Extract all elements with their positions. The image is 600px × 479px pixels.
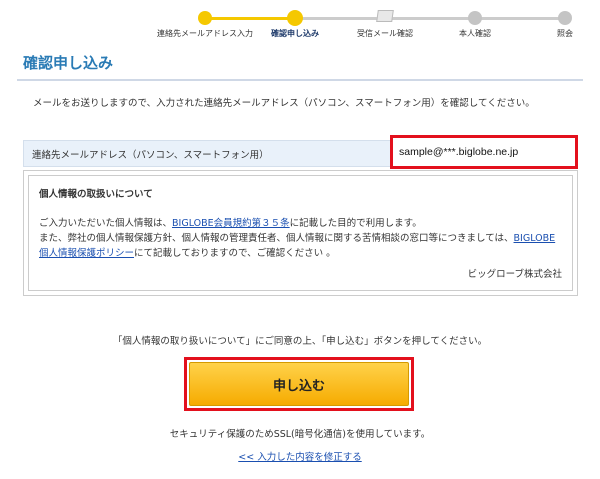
privacy-section: 個人情報の取扱いについて ご入力いただいた個人情報は、BIGLOBE会員規約第３…	[23, 170, 578, 296]
progress-steps: 連絡先メールアドレス入力 確認申し込み 受信メール確認 本人確認 照会	[0, 0, 600, 44]
step-label: 照会	[557, 29, 573, 38]
progress-line-complete	[205, 17, 295, 20]
privacy-line1-post: に記載した目的で利用します。	[289, 218, 422, 229]
privacy-line2: また、弊社の個人情報保護方針、個人情報の管理責任者、個人情報に関する苦情相談の窓…	[39, 233, 514, 244]
privacy-line3-post: にて記載しておりますので、ご確認ください 。	[134, 248, 336, 259]
company-name: ビッグローブ株式会社	[467, 269, 562, 280]
privacy-box: 個人情報の取扱いについて ご入力いただいた個人情報は、BIGLOBE会員規約第３…	[28, 175, 573, 291]
progress-line-remaining	[295, 17, 565, 20]
email-value: sample@***.biglobe.ne.jp	[399, 146, 519, 158]
ssl-note: セキュリティ保護のためSSL(暗号化通信)を使用しています。	[169, 429, 431, 440]
step-dot-icon	[468, 11, 482, 25]
privacy-heading: 個人情報の取扱いについて	[39, 189, 153, 200]
privacy-line1-pre: ご入力いただいた個人情報は、	[39, 218, 173, 229]
envelope-icon	[376, 10, 394, 22]
back-link[interactable]: << 入力した内容を修正する	[238, 452, 361, 463]
step-dot-icon	[558, 11, 572, 25]
step-dot-current-icon	[287, 10, 303, 26]
submit-button[interactable]: 申し込む	[189, 362, 409, 406]
terms-link[interactable]: BIGLOBE会員規約第３５条	[172, 218, 290, 229]
email-label: 連絡先メールアドレス（パソコン、スマートフォン用）	[32, 150, 269, 161]
submit-highlight: 申し込む	[184, 357, 414, 411]
title-divider	[17, 79, 583, 81]
consent-text: 「個人情報の取り扱いについて」にご同意の上、「申し込む」ボタンを押してください。	[112, 336, 488, 347]
intro-text: メールをお送りしますので、入力された連絡先メールアドレス（パソコン、スマートフォ…	[33, 98, 535, 109]
page-title: 確認申し込み	[23, 54, 114, 72]
privacy-text: ご入力いただいた個人情報は、BIGLOBE会員規約第３５条に記載した目的で利用し…	[39, 216, 564, 261]
email-value-highlight: sample@***.biglobe.ne.jp	[390, 135, 578, 169]
back-link-container: << 入力した内容を修正する	[0, 449, 600, 463]
step-dot-done-icon	[198, 11, 212, 25]
